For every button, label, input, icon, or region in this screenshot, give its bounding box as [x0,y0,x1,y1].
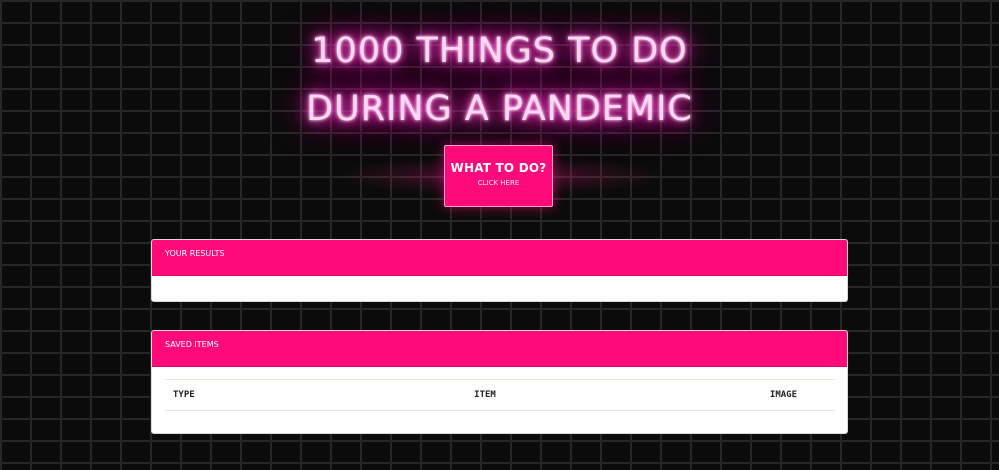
table-header-row: TYPE ITEM IMAGE [165,379,835,411]
page-title-line-1: 1000 THINGS TO DO [311,31,688,71]
saved-items-panel: SAVED ITEMS TYPE ITEM IMAGE [151,330,848,434]
column-header-type: TYPE [165,379,373,411]
click-here-label: CLICK HERE [477,179,520,187]
saved-items-panel-header: SAVED ITEMS [152,331,847,367]
column-header-image: IMAGE [597,379,835,411]
what-to-do-button[interactable]: WHAT TO DO? CLICK HERE [444,145,553,207]
saved-items-table: TYPE ITEM IMAGE [165,379,835,411]
what-to-do-label: WHAT TO DO? [450,161,547,175]
column-header-item: ITEM [373,379,597,411]
page-title-line-2: DURING A PANDEMIC [306,89,693,129]
results-panel-header: YOUR RESULTS [152,240,847,276]
results-panel: YOUR RESULTS [151,239,848,302]
